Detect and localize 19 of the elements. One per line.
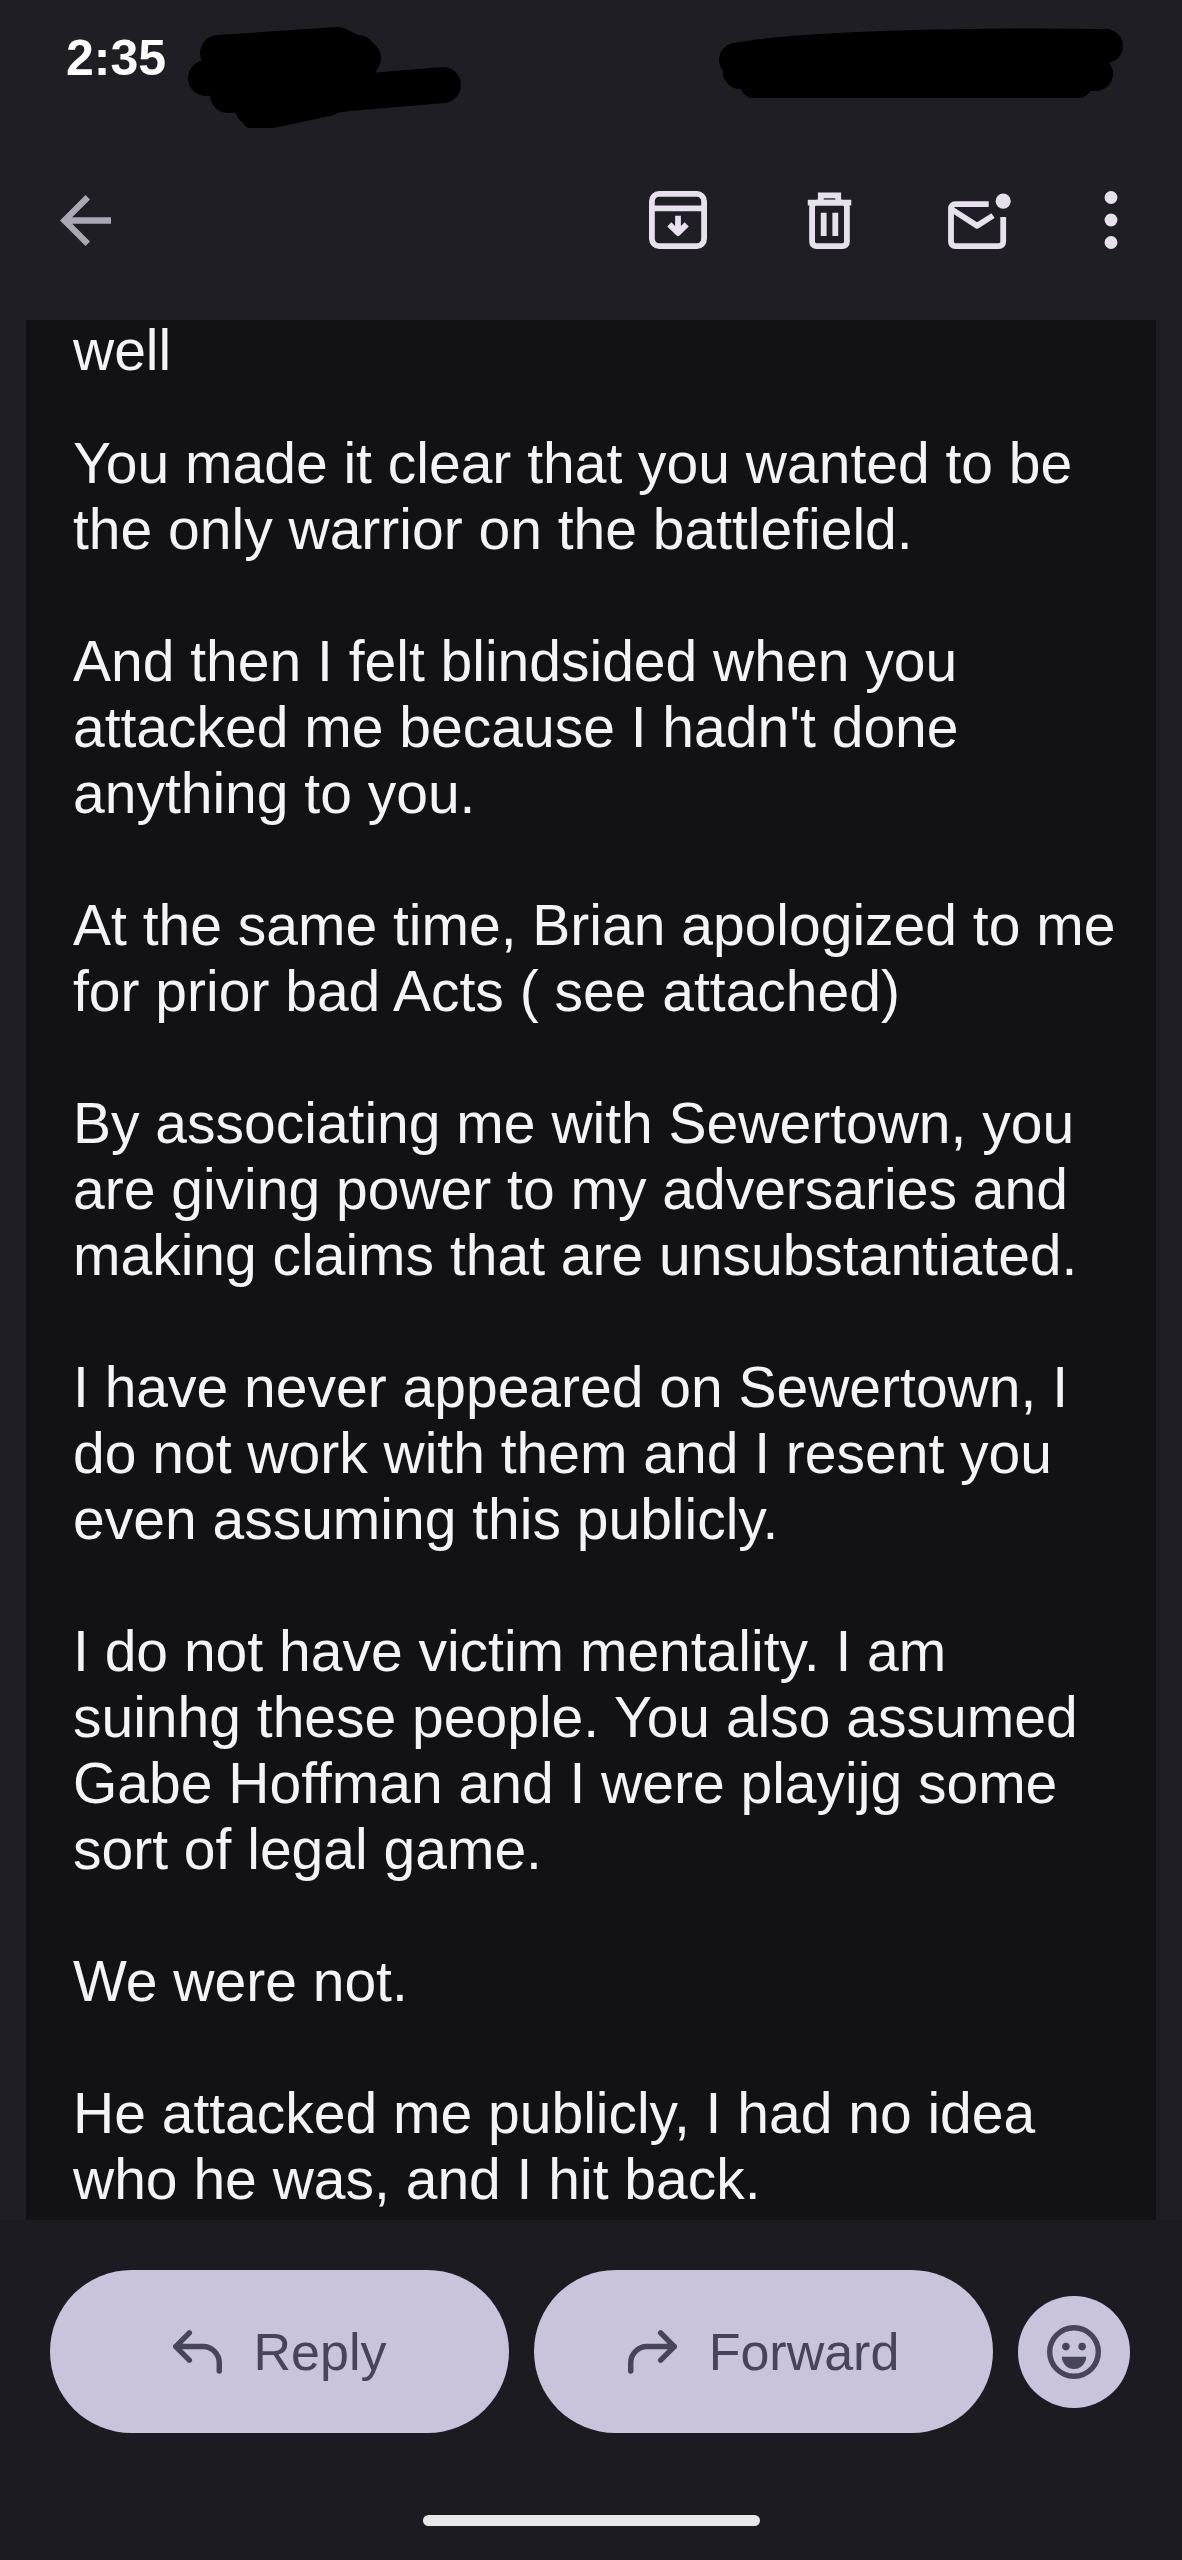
message-paragraph: We were not. — [73, 1948, 409, 2014]
status-time: 2:35 — [66, 30, 167, 86]
message-paragraph: He attacked me publicly, I had no idea who he was, and I hit back. — [73, 2080, 1037, 2212]
mail-unread-icon[interactable] — [948, 191, 1012, 249]
reply-icon — [172, 2329, 222, 2374]
message-paragraph: At the same time, Brian apologized to me for prior bad Acts ( see attached) — [73, 892, 1117, 1024]
back-arrow-icon[interactable] — [60, 194, 111, 246]
forward-button[interactable]: Forward — [534, 2270, 993, 2433]
message-paragraph: And then I felt blindsided when you attacked me because I hadn't done anything to you. — [73, 628, 960, 826]
message-paragraph: well — [73, 322, 173, 378]
archive-icon[interactable] — [649, 191, 707, 249]
message-paragraph: By associating me with Sewertown, you are giving power to my adversaries and making claims that are unsubstantiated. — [73, 1090, 1079, 1288]
forward-icon — [627, 2329, 677, 2374]
message-paragraph: I do not have victim mentality. I am suinhg these people. You also assumed Gabe Hoffman and I were playijg some sort of legal game. — [73, 1618, 1079, 1882]
reply-button[interactable]: Reply — [50, 2270, 509, 2433]
more-options-icon[interactable] — [1104, 191, 1118, 249]
message-paragraph: You made it clear that you wanted to be the only warrior on the battlefield. — [73, 430, 1074, 562]
message-paragraph: I have never appeared on Sewertown, I do not work with them and I resent you even assuming this publicly. — [73, 1354, 1069, 1552]
smiley-icon — [1047, 2324, 1101, 2379]
